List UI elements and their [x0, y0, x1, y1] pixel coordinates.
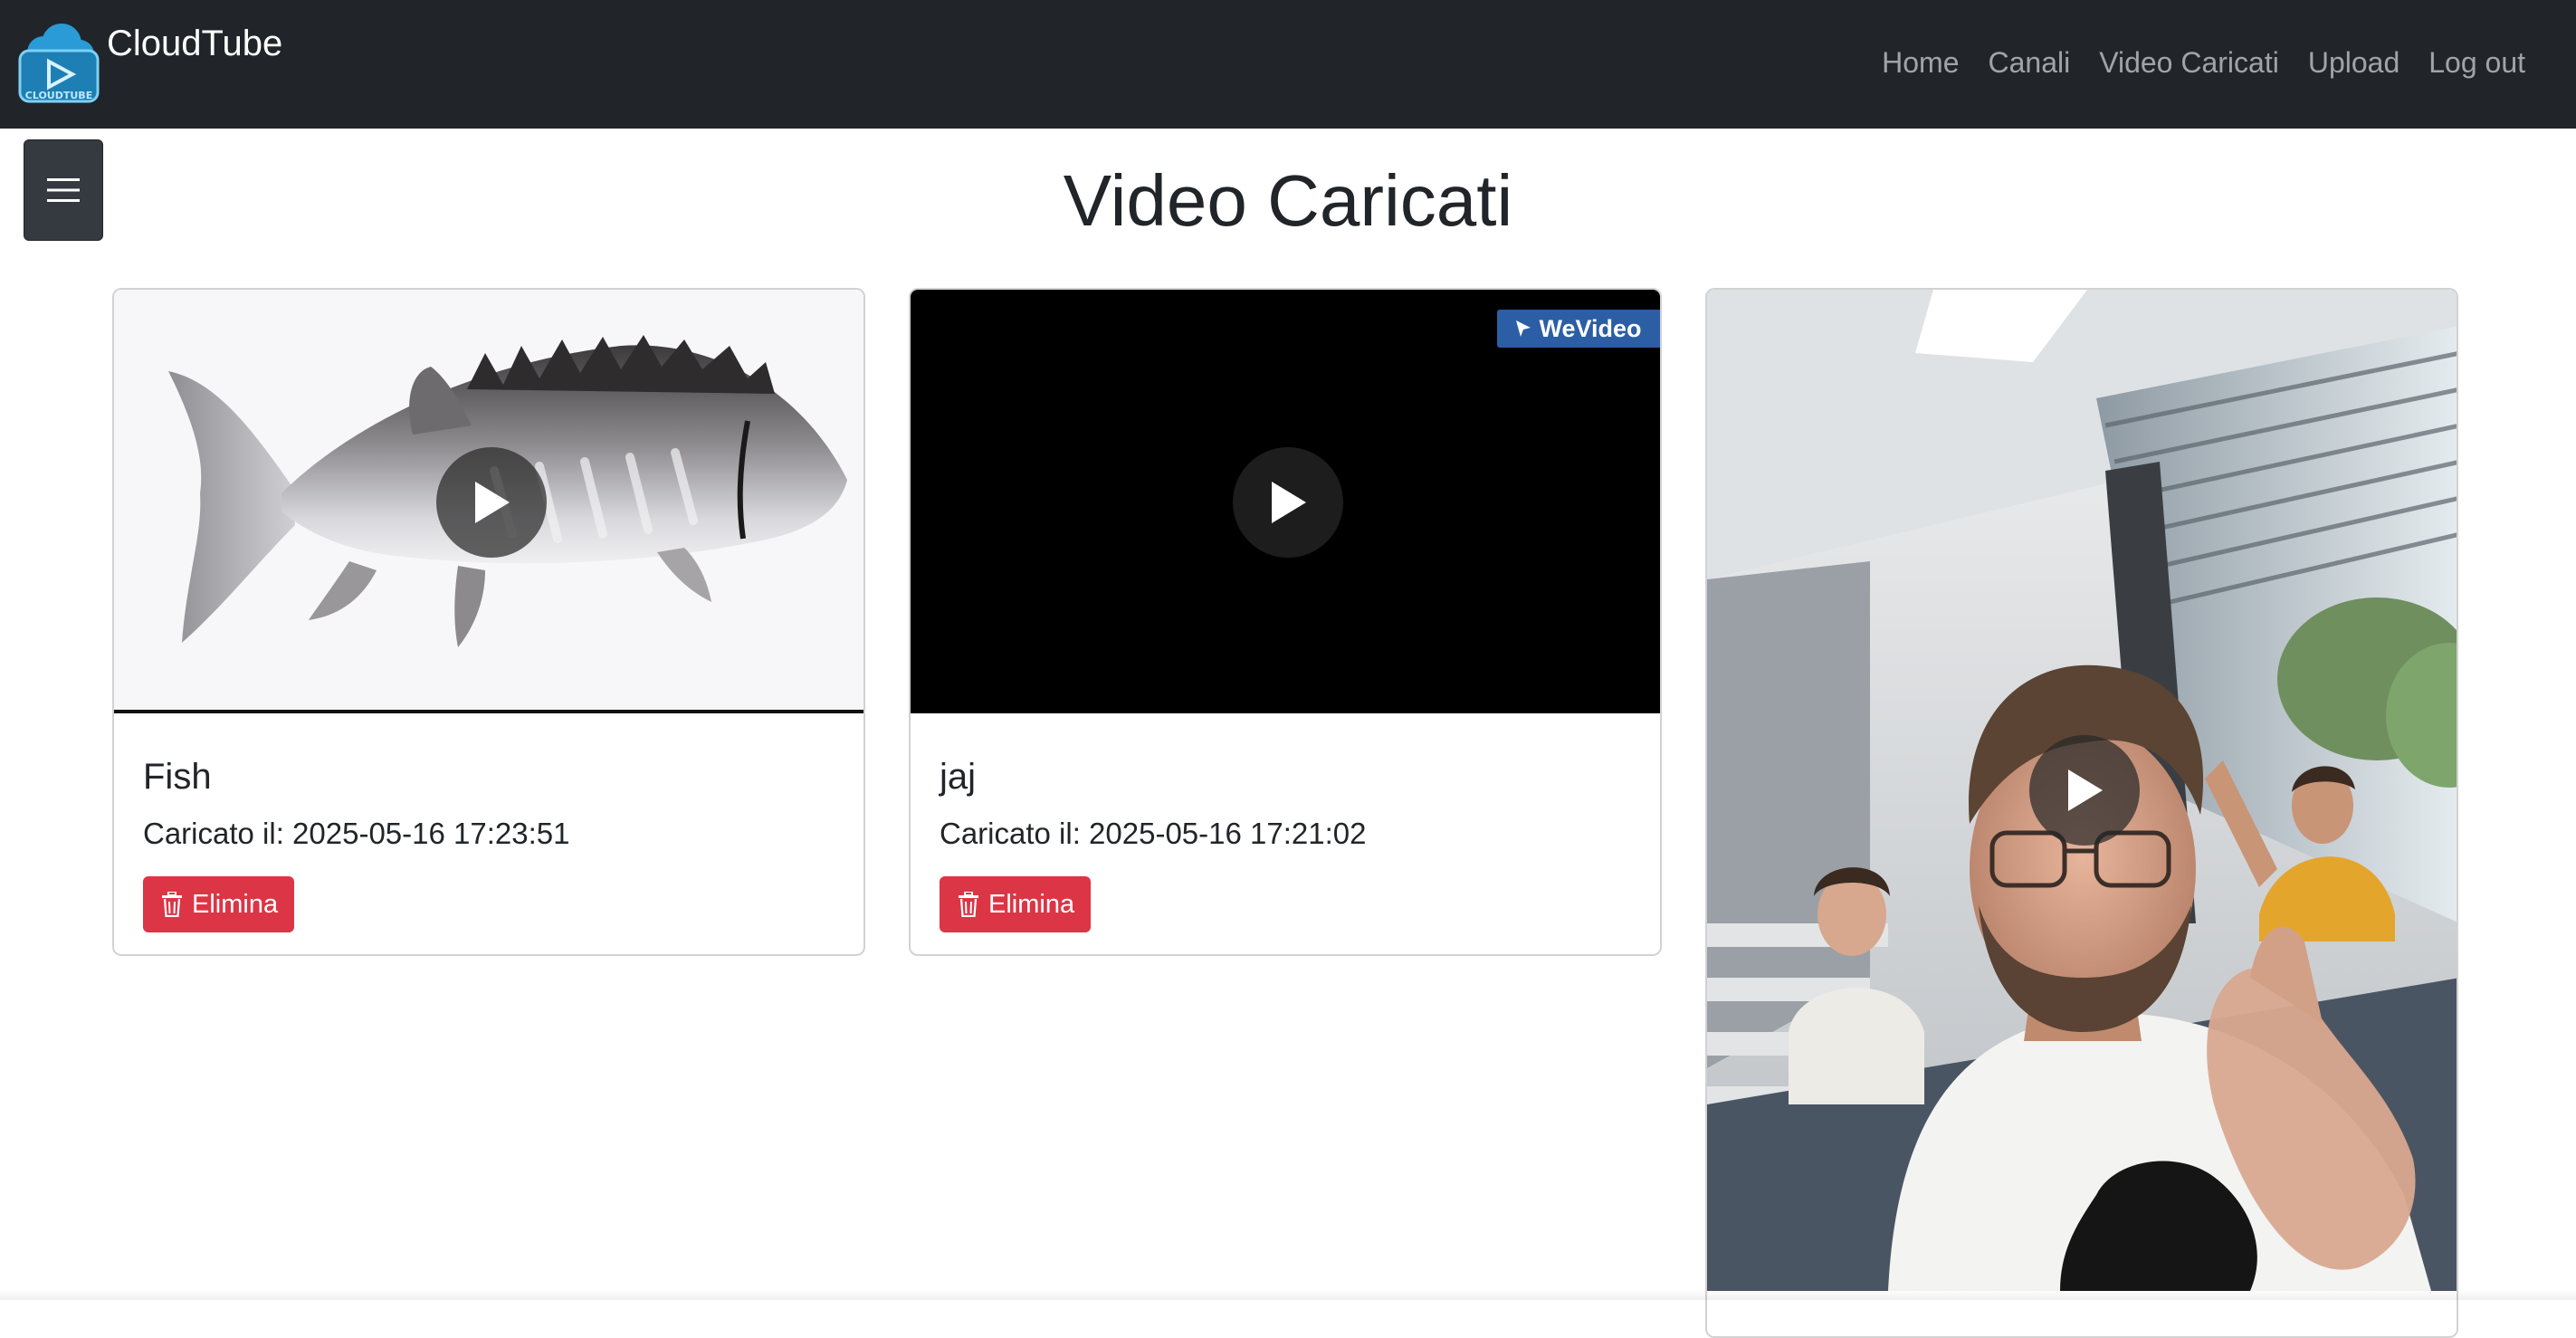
- video-title: Fish: [143, 755, 835, 798]
- video-card: [1705, 288, 2458, 1338]
- video-card: Fish Caricato il: 2025-05-16 17:23:51 El…: [112, 288, 865, 956]
- logo-text: CLOUDTUBE: [25, 90, 92, 101]
- video-title: jaj: [940, 755, 1631, 798]
- video-thumbnail-jaj[interactable]: WeVideo: [911, 290, 1660, 713]
- delete-video-button[interactable]: Elimina: [940, 876, 1091, 932]
- play-button[interactable]: [1233, 447, 1343, 558]
- play-button[interactable]: [436, 447, 547, 558]
- card-body: Fish Caricato il: 2025-05-16 17:23:51 El…: [143, 742, 835, 932]
- nav-canali[interactable]: Canali: [1973, 42, 2085, 83]
- brand-link[interactable]: CLOUDTUBE CloudTube: [16, 20, 282, 105]
- brand-name: CloudTube: [107, 25, 282, 62]
- delete-label: Elimina: [988, 890, 1074, 920]
- navbar: CLOUDTUBE CloudTube Home Canali Video Ca…: [0, 0, 2576, 129]
- cursor-arrow-icon: [1515, 320, 1531, 338]
- upload-date: Caricato il: 2025-05-16 17:21:02: [940, 813, 1631, 855]
- play-button[interactable]: [2029, 735, 2140, 846]
- play-icon: [1268, 480, 1308, 525]
- nav-links: Home Canali Video Caricati Upload Log ou…: [1867, 42, 2540, 83]
- nav-video-caricati[interactable]: Video Caricati: [2085, 42, 2294, 83]
- delete-video-button[interactable]: Elimina: [143, 876, 294, 932]
- trash-icon: [161, 892, 183, 917]
- bottom-shadow: [0, 1289, 2576, 1300]
- card-body: jaj Caricato il: 2025-05-16 17:21:02 Eli…: [940, 742, 1631, 932]
- nav-upload[interactable]: Upload: [2294, 42, 2414, 83]
- cloudtube-logo: CLOUDTUBE: [16, 20, 101, 105]
- video-card: WeVideo jaj Caricato il: 2025-05-16 17:2…: [909, 288, 1662, 956]
- nav-logout[interactable]: Log out: [2414, 42, 2540, 83]
- video-thumbnail-fish[interactable]: [114, 290, 863, 713]
- play-icon: [472, 480, 511, 525]
- play-icon: [2065, 768, 2104, 813]
- nav-home[interactable]: Home: [1867, 42, 1973, 83]
- upload-date: Caricato il: 2025-05-16 17:23:51: [143, 813, 835, 855]
- video-thumbnail-selfie[interactable]: [1707, 290, 2457, 1291]
- wevideo-watermark: WeVideo: [1497, 310, 1660, 348]
- delete-label: Elimina: [192, 890, 278, 920]
- watermark-text: WeVideo: [1539, 315, 1641, 343]
- trash-icon: [958, 892, 979, 917]
- page-title: Video Caricati: [0, 156, 2576, 246]
